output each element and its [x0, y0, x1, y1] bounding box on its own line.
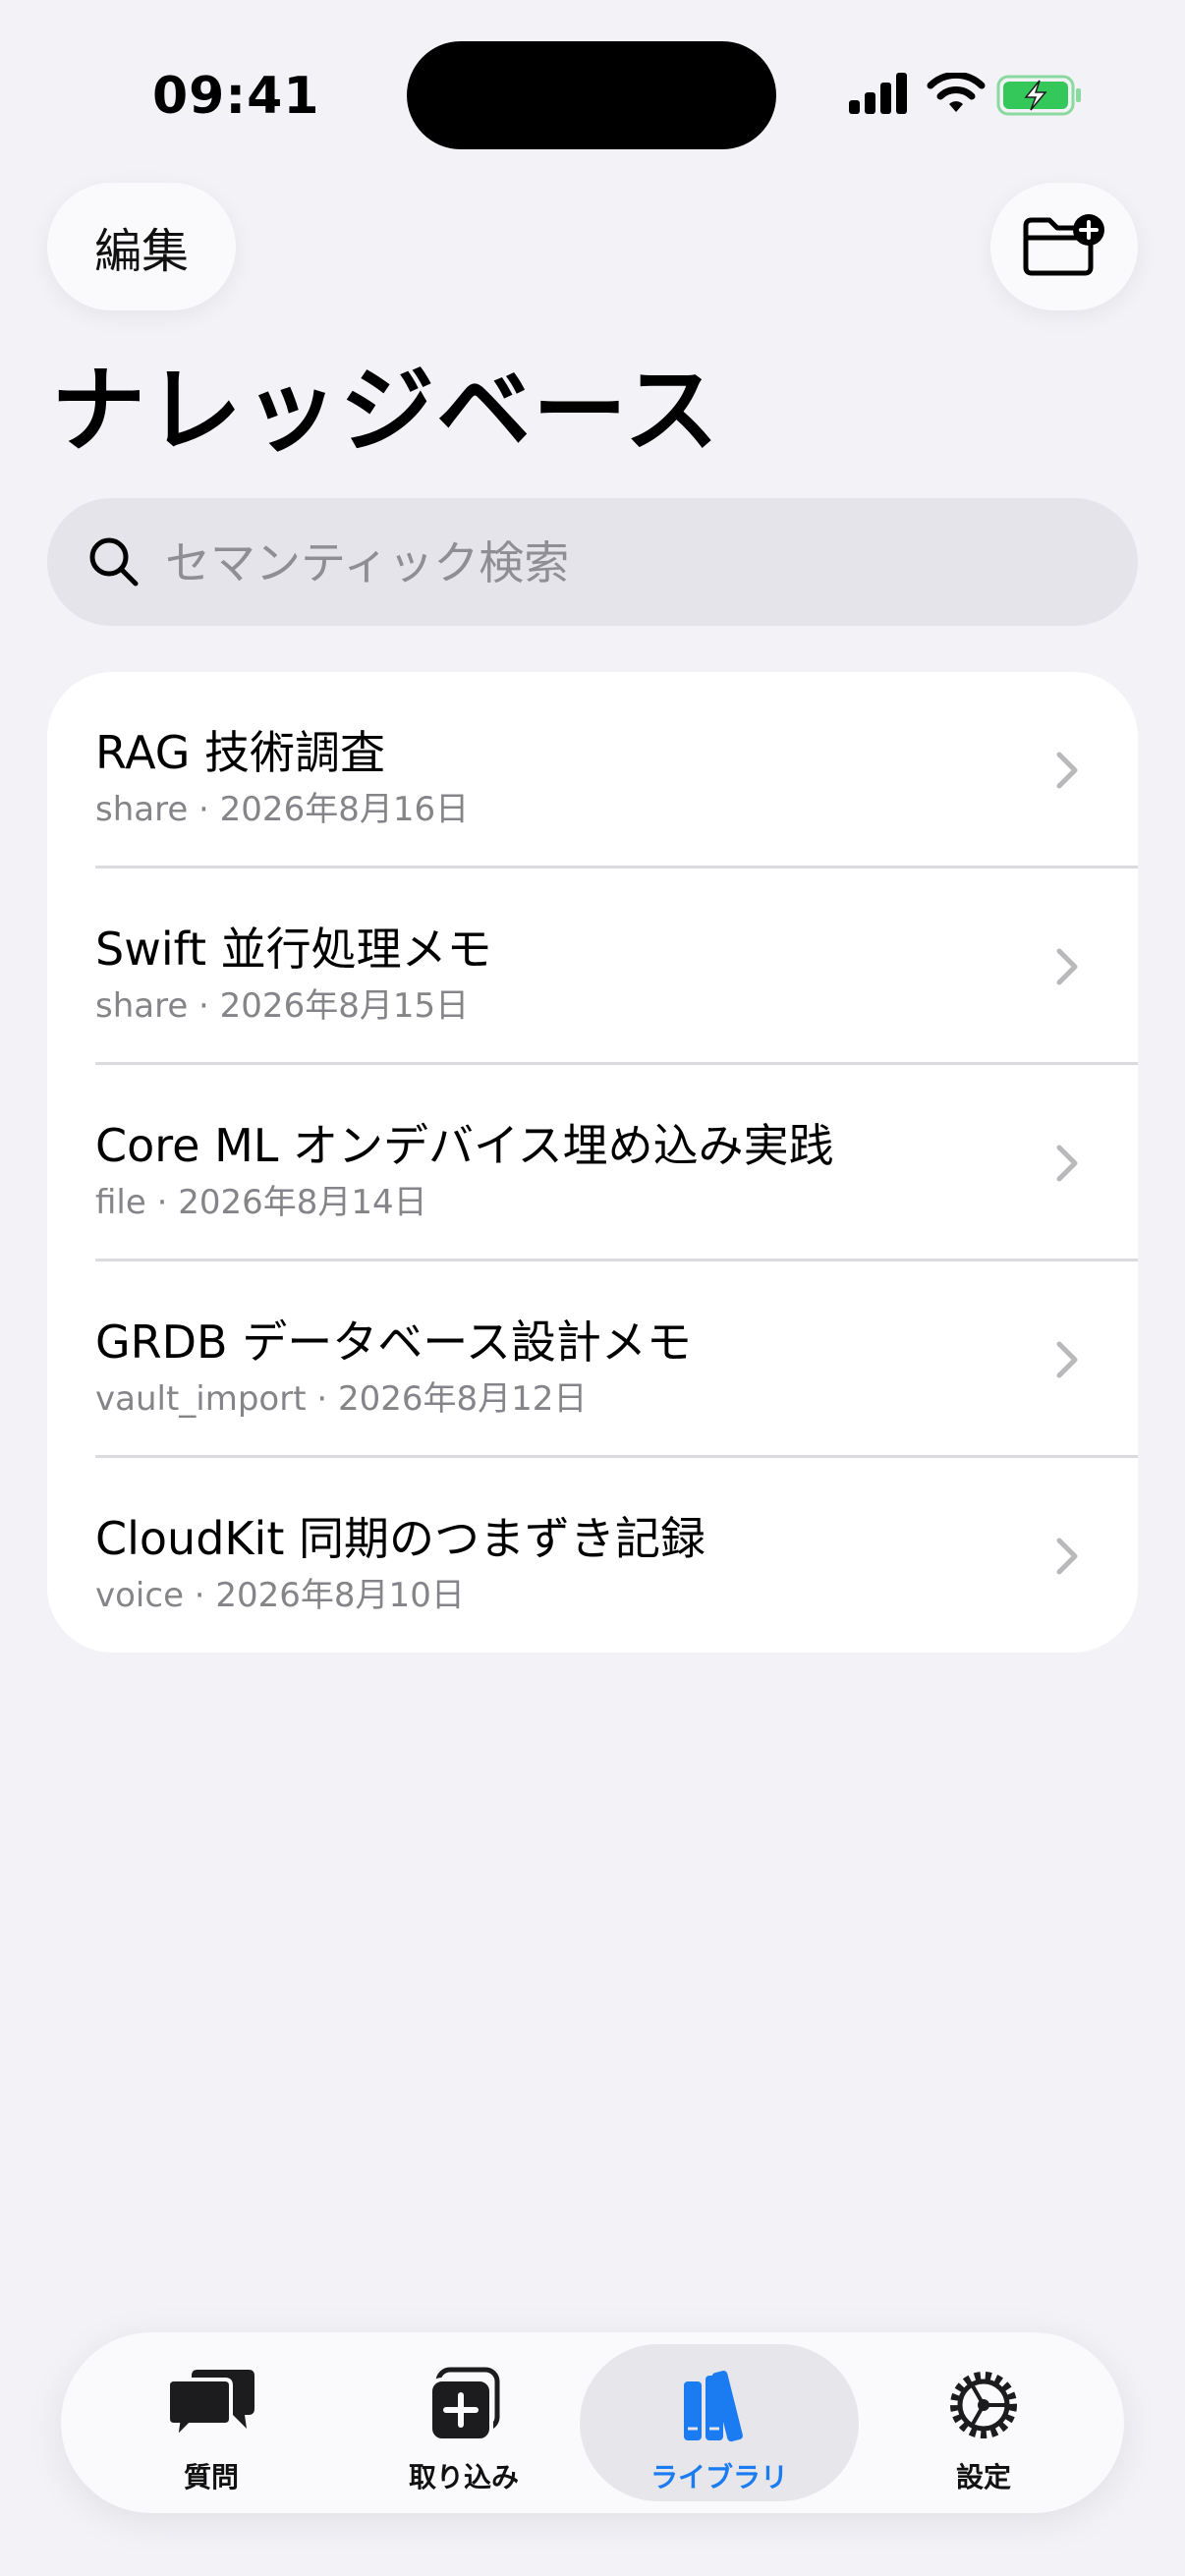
item-subtitle: share · 2026年8月16日: [95, 790, 470, 829]
item-title: CloudKit 同期のつまずき記録: [95, 1512, 705, 1565]
chat-bubbles-icon: [166, 2370, 254, 2444]
chevron-right-icon: [1056, 1145, 1078, 1182]
tab-label: 取り込み: [408, 2461, 519, 2493]
wifi-icon: [927, 73, 986, 112]
list-item[interactable]: Core ML オンデバイス埋め込み実践 file · 2026年8月14日: [47, 1065, 1138, 1261]
knowledge-list: RAG 技術調査 share · 2026年8月16日 Swift 並行処理メモ…: [47, 672, 1138, 1652]
search-input[interactable]: [163, 498, 1100, 628]
item-title: GRDB データベース設計メモ: [95, 1316, 692, 1369]
tab-label: 質問: [183, 2461, 239, 2493]
page-title: ナレッジベース: [51, 356, 721, 466]
search-bar[interactable]: [47, 498, 1138, 628]
tab-label: 設定: [955, 2461, 1011, 2493]
folder-plus-icon: [1023, 214, 1104, 276]
add-square-icon: [428, 2367, 500, 2442]
battery-charging-icon: [996, 75, 1081, 116]
tab-import[interactable]: 取り込み: [339, 2344, 589, 2501]
gear-icon: [950, 2372, 1017, 2438]
tab-label: ライブラリ: [649, 2461, 788, 2493]
list-item[interactable]: GRDB データベース設計メモ vault_import · 2026年8月12…: [47, 1261, 1138, 1458]
list-item[interactable]: CloudKit 同期のつまずき記録 voice · 2026年8月10日: [47, 1458, 1138, 1652]
tab-question[interactable]: 質問: [86, 2344, 336, 2501]
tab-library[interactable]: ライブラリ: [580, 2344, 859, 2501]
chevron-right-icon: [1056, 1341, 1078, 1378]
list-item[interactable]: RAG 技術調査 share · 2026年8月16日: [47, 672, 1138, 868]
chevron-right-icon: [1056, 948, 1078, 985]
item-title: Swift 並行処理メモ: [95, 923, 492, 976]
chevron-right-icon: [1056, 752, 1078, 789]
edit-button[interactable]: 編集: [47, 183, 236, 310]
status-time: 09:41: [152, 67, 320, 126]
cellular-signal-icon: [849, 73, 907, 114]
item-subtitle: file · 2026年8月14日: [95, 1183, 427, 1222]
item-subtitle: voice · 2026年8月10日: [95, 1576, 465, 1615]
item-subtitle: vault_import · 2026年8月12日: [95, 1379, 588, 1419]
status-icons: [847, 71, 1083, 120]
search-icon: [89, 537, 139, 587]
item-title: RAG 技術調査: [95, 726, 386, 779]
books-icon: [684, 2371, 743, 2442]
list-item[interactable]: Swift 並行処理メモ share · 2026年8月15日: [47, 868, 1138, 1065]
new-folder-button[interactable]: [990, 183, 1138, 310]
dynamic-island: [407, 41, 776, 149]
status-bar: 09:41: [0, 0, 1185, 177]
tab-settings[interactable]: 設定: [859, 2344, 1108, 2501]
item-title: Core ML オンデバイス埋め込み実践: [95, 1119, 834, 1172]
edit-button-label: 編集: [93, 224, 189, 279]
item-subtitle: share · 2026年8月15日: [95, 986, 470, 1026]
tab-bar: 質問 取り込み ライブラリ 設定: [61, 2332, 1124, 2513]
chevron-right-icon: [1056, 1538, 1078, 1575]
